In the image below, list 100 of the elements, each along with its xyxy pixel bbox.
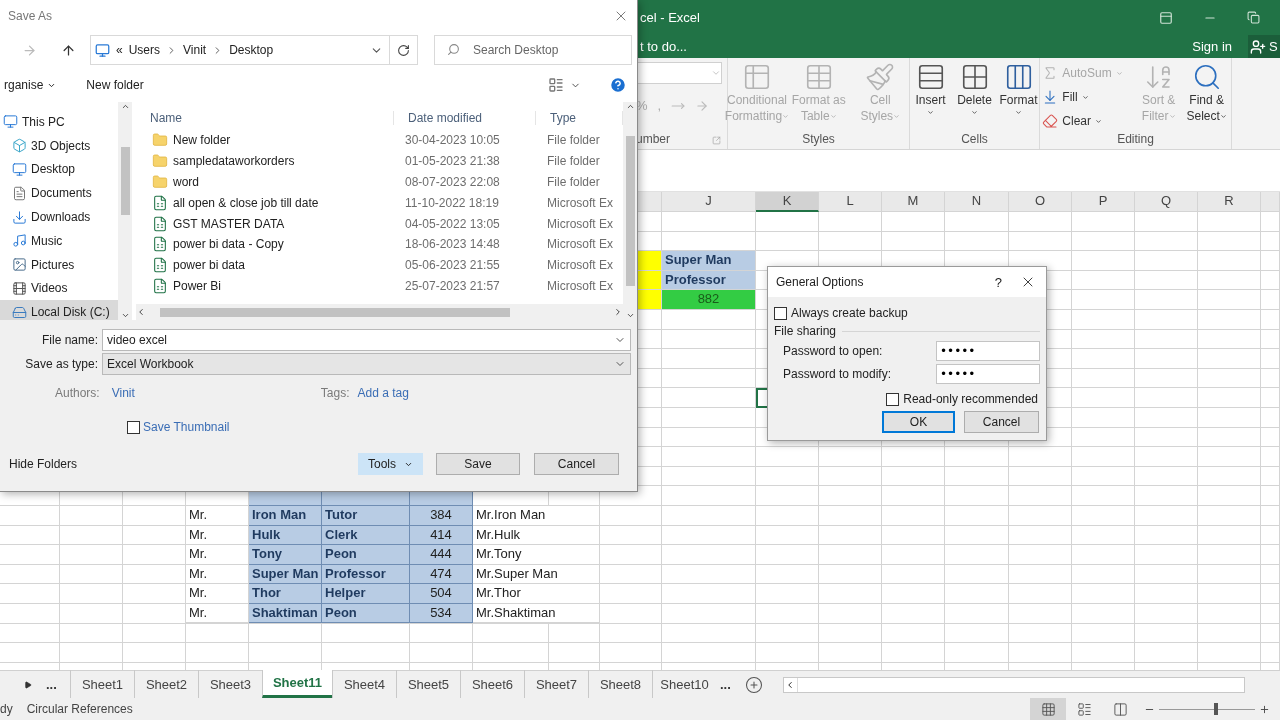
more-sheets[interactable]: ... bbox=[46, 677, 57, 692]
share-button[interactable]: S bbox=[1248, 35, 1280, 58]
file-date: 05-06-2023 21:55 bbox=[404, 258, 501, 273]
column-header[interactable]: Name bbox=[136, 111, 394, 125]
add-sheet-icon[interactable] bbox=[744, 675, 763, 694]
nav-item[interactable]: Desktop bbox=[0, 157, 118, 182]
scrollbar-thumb[interactable] bbox=[625, 136, 635, 286]
chevron-down-icon[interactable] bbox=[120, 311, 130, 320]
nav-item[interactable]: 3D Objects bbox=[0, 133, 118, 158]
cube-icon bbox=[12, 138, 27, 154]
status-message[interactable]: Circular References bbox=[26, 702, 133, 716]
column-header[interactable]: P bbox=[1072, 192, 1135, 212]
chevron-up-icon[interactable] bbox=[120, 102, 130, 111]
tools-button[interactable]: Tools bbox=[358, 453, 423, 475]
ribbon-button[interactable]: Delete bbox=[954, 62, 995, 132]
caret-icon bbox=[1219, 113, 1227, 120]
nav-item[interactable]: This PC bbox=[0, 110, 118, 134]
table-cell: Clerk bbox=[322, 525, 410, 546]
checkbox[interactable] bbox=[127, 420, 140, 434]
chevron-down-icon[interactable] bbox=[625, 311, 635, 320]
file-name[interactable]: Power Bi bbox=[136, 277, 394, 294]
path-segment[interactable]: Desktop bbox=[229, 43, 274, 57]
column-header[interactable]: K bbox=[756, 192, 819, 212]
checkbox-label[interactable]: Always create backup bbox=[791, 306, 908, 320]
nav-item[interactable]: Pictures bbox=[0, 252, 118, 277]
help-button[interactable]: ? bbox=[994, 274, 1002, 290]
new-folder-button[interactable]: New folder bbox=[86, 78, 144, 92]
ribbon-button[interactable]: Find & Select bbox=[1184, 62, 1229, 132]
file-name-field[interactable]: video excel bbox=[102, 329, 631, 351]
file-scrollbar[interactable] bbox=[623, 102, 637, 320]
file-type-dropdown[interactable]: Excel Workbook bbox=[102, 353, 631, 375]
sheet-tab[interactable]: Sheet11 bbox=[262, 670, 332, 698]
number-format-field[interactable] bbox=[636, 62, 722, 84]
author-link[interactable]: Vinit bbox=[111, 386, 135, 400]
dialog-button[interactable]: OK bbox=[882, 411, 955, 433]
table-cell: 504 bbox=[410, 584, 473, 604]
address-bar[interactable]: « Users Vinit Desktop bbox=[90, 35, 418, 65]
column-header[interactable]: Q bbox=[1135, 192, 1198, 212]
more-sheets[interactable]: ... bbox=[720, 677, 731, 692]
zoom-thumb[interactable] bbox=[1213, 703, 1218, 715]
hide-folders-button[interactable]: Hide Folders bbox=[3, 451, 84, 477]
cancel-button[interactable]: Cancel bbox=[534, 453, 619, 475]
file-name[interactable]: word bbox=[136, 174, 394, 190]
column-header[interactable]: O bbox=[1009, 192, 1072, 212]
column-header[interactable]: R bbox=[1198, 192, 1261, 212]
password-field[interactable]: ••••• bbox=[936, 363, 1040, 384]
file-name[interactable]: New folder bbox=[136, 132, 394, 149]
save-button[interactable]: Save bbox=[436, 453, 520, 475]
path-overflow[interactable]: « bbox=[116, 43, 123, 57]
column-header[interactable]: J bbox=[662, 192, 756, 212]
chevron-left-icon[interactable] bbox=[136, 307, 146, 317]
column-header[interactable]: M bbox=[882, 192, 945, 212]
path-segment[interactable]: Users bbox=[128, 43, 161, 57]
horizontal-scrollbar[interactable] bbox=[782, 676, 1245, 693]
file-name[interactable]: power bi data bbox=[136, 257, 394, 274]
nav-item[interactable]: Downloads bbox=[0, 205, 118, 229]
checkbox-label[interactable]: Save Thumbnail bbox=[143, 420, 230, 434]
chevron-right-icon[interactable] bbox=[613, 307, 623, 317]
scroll-right-icon[interactable] bbox=[24, 680, 32, 689]
nav-scrollbar[interactable] bbox=[118, 102, 132, 320]
checkbox[interactable] bbox=[886, 392, 900, 406]
nav-item[interactable]: Documents bbox=[0, 181, 118, 206]
scrollbar-thumb[interactable] bbox=[120, 147, 130, 215]
table-cell: Super Man bbox=[249, 564, 322, 585]
column-header[interactable]: L bbox=[819, 192, 882, 212]
tell-me-text[interactable]: t to do... bbox=[640, 39, 687, 54]
ribbon-button[interactable]: Clear bbox=[1042, 110, 1123, 132]
column-header[interactable]: Date modified bbox=[394, 111, 536, 125]
restore-icon[interactable] bbox=[1247, 11, 1260, 24]
ribbon-button[interactable]: Fill bbox=[1042, 86, 1123, 108]
file-name[interactable]: GST MASTER DATA bbox=[136, 215, 394, 232]
file-type: Microsoft Ex bbox=[546, 195, 614, 210]
file-name[interactable]: sampledataworkorders bbox=[136, 153, 394, 170]
up-icon[interactable] bbox=[61, 42, 76, 58]
password-field[interactable]: ••••• bbox=[936, 340, 1040, 361]
path-segment[interactable]: Vinit bbox=[183, 43, 207, 57]
view-options-icon[interactable] bbox=[548, 77, 564, 93]
ribbon-options-icon[interactable] bbox=[1159, 10, 1173, 25]
nav-item[interactable]: Music bbox=[0, 229, 118, 253]
file-name[interactable]: all open & close job till date bbox=[136, 194, 394, 211]
sign-in-link[interactable]: Sign in bbox=[1192, 39, 1232, 54]
caret-icon bbox=[1015, 109, 1022, 116]
add-tag-link[interactable]: Add a tag bbox=[357, 386, 409, 400]
organise-button[interactable]: rganise bbox=[4, 78, 57, 92]
help-icon[interactable] bbox=[609, 76, 627, 94]
column-header[interactable]: N bbox=[945, 192, 1009, 212]
file-name[interactable]: power bi data - Copy bbox=[136, 236, 394, 253]
ribbon-button[interactable]: Insert bbox=[910, 62, 951, 132]
nav-item[interactable]: Videos bbox=[0, 276, 118, 301]
scrollbar-thumb[interactable] bbox=[160, 307, 510, 317]
checkbox-label[interactable]: Read-only recommended bbox=[903, 392, 1038, 406]
search-field[interactable]: Search Desktop bbox=[434, 35, 632, 65]
view-button[interactable] bbox=[1030, 698, 1066, 720]
checkbox[interactable] bbox=[774, 306, 787, 320]
nav-item[interactable]: Local Disk (C:) bbox=[0, 300, 118, 320]
zoom-in-icon[interactable] bbox=[1259, 703, 1270, 715]
dialog-button[interactable]: Cancel bbox=[964, 411, 1039, 433]
chevron-up-icon[interactable] bbox=[625, 102, 635, 111]
ribbon-button[interactable]: Format bbox=[998, 62, 1039, 132]
horizontal-scrollbar[interactable] bbox=[136, 304, 623, 320]
